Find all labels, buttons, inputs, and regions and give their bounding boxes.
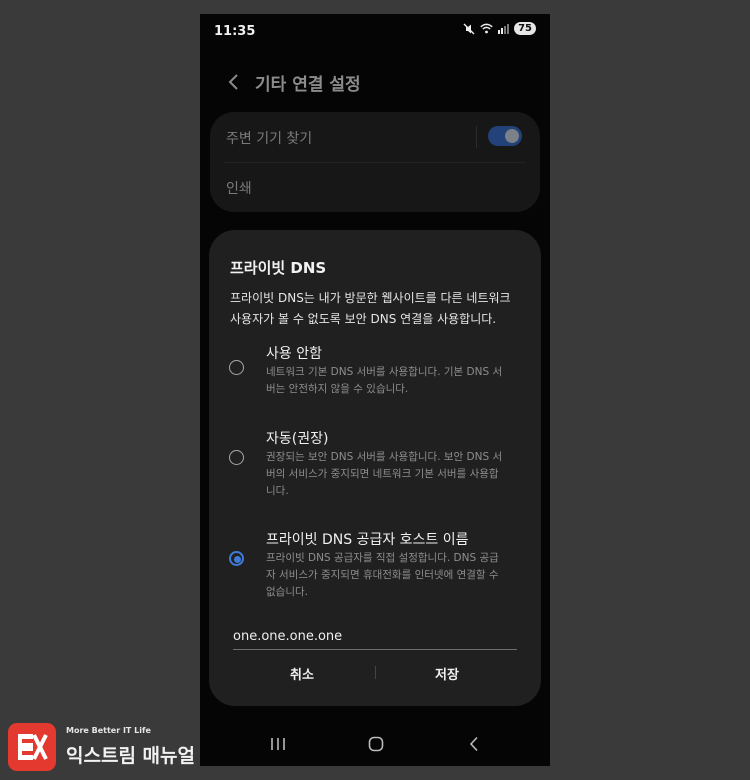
option-title: 사용 안함	[266, 346, 322, 362]
radio-hostname[interactable]	[229, 551, 244, 566]
divider	[224, 162, 526, 163]
save-button[interactable]: 저장	[372, 658, 522, 688]
home-icon	[368, 736, 384, 752]
logo-name: 익스트림 매뉴얼	[66, 745, 195, 767]
watermark-logo: More Better IT Life 익스트림 매뉴얼	[8, 723, 208, 773]
option-description: 권장되는 보안 DNS 서버를 사용합니다. 보안 DNS 서버의 서비스가 중…	[266, 451, 503, 497]
chevron-left-icon	[228, 74, 238, 90]
option-title: 프라이빗 DNS 공급자 호스트 이름	[266, 532, 469, 548]
signal-icon	[498, 24, 510, 34]
navigation-bar	[200, 720, 550, 766]
setting-label-printing: 인쇄	[226, 181, 252, 197]
radio-automatic[interactable]	[229, 450, 244, 465]
setting-label-nearby: 주변 기기 찾기	[226, 131, 313, 147]
dialog-description: 프라이빗 DNS는 내가 방문한 웹사이트를 다른 네트워크 사용자가 볼 수 …	[230, 291, 511, 326]
cancel-button[interactable]: 취소	[227, 658, 377, 688]
hostname-input[interactable]	[233, 623, 517, 650]
option-title: 자동(권장)	[266, 431, 329, 447]
toggle-knob	[505, 129, 519, 143]
status-time: 11:35	[214, 24, 256, 39]
option-description: 네트워크 기본 DNS 서버를 사용합니다. 기본 DNS 서버는 안전하지 않…	[266, 366, 503, 395]
private-dns-dialog: 프라이빗 DNS 프라이빗 DNS는 내가 방문한 웹사이트를 다른 네트워크 …	[209, 230, 541, 706]
logo-tagline: More Better IT Life	[66, 726, 151, 735]
back-button[interactable]	[222, 70, 246, 94]
status-icons: 75	[463, 22, 536, 35]
wifi-icon	[480, 23, 493, 34]
settings-card: 주변 기기 찾기 인쇄	[210, 112, 540, 212]
status-bar: 11:35 75	[200, 14, 550, 48]
recent-apps-icon	[271, 738, 285, 750]
page-title: 기타 연결 설정	[255, 75, 361, 95]
radio-off[interactable]	[229, 360, 244, 375]
mute-icon	[463, 23, 475, 34]
nearby-toggle[interactable]	[488, 126, 522, 146]
logo-mark-icon	[8, 723, 56, 771]
back-icon	[469, 736, 478, 752]
app-bar: 기타 연결 설정	[200, 66, 550, 100]
dialog-title: 프라이빗 DNS	[230, 259, 327, 277]
option-description: 프라이빗 DNS 공급자를 직접 설정합니다. DNS 공급자 서비스가 중지되…	[266, 552, 499, 598]
nav-back-button[interactable]	[462, 732, 486, 756]
battery-indicator: 75	[514, 22, 536, 35]
home-button[interactable]	[364, 732, 388, 756]
row-separator	[476, 126, 477, 148]
recent-apps-button[interactable]	[266, 732, 290, 756]
